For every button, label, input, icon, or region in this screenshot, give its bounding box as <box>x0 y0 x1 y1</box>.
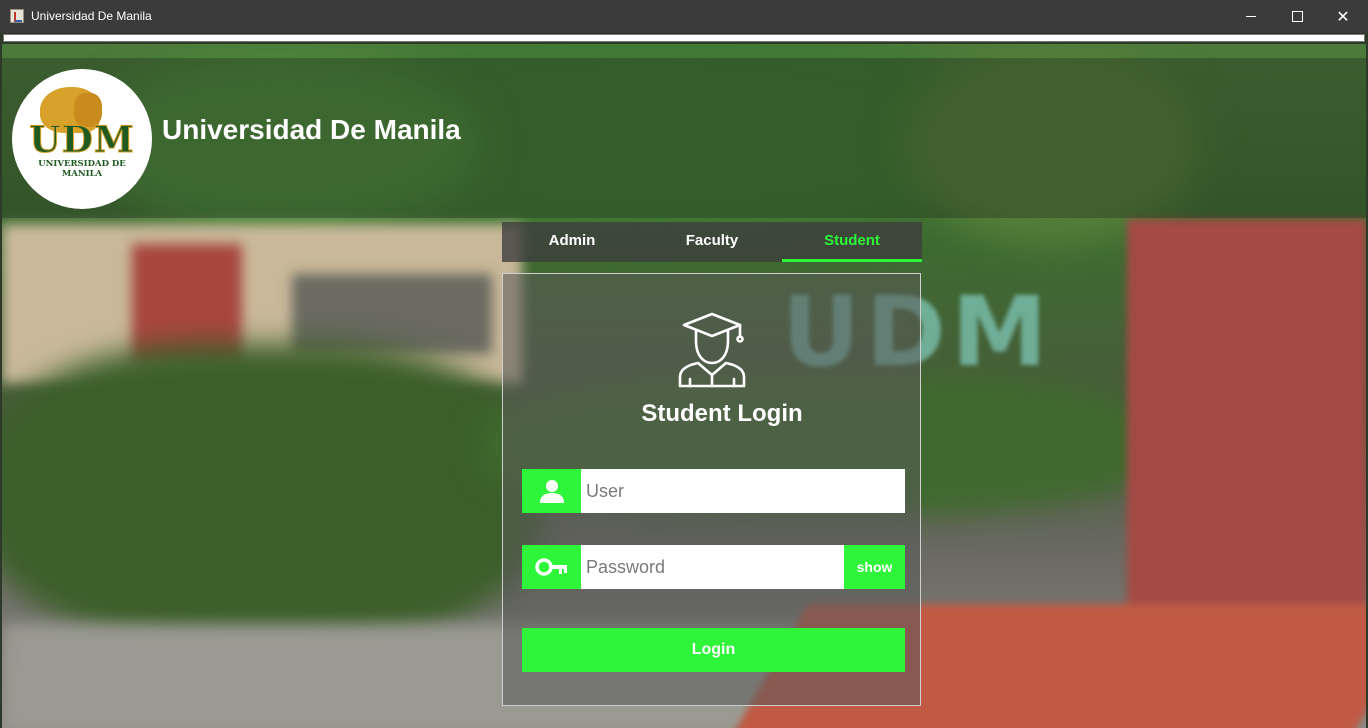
logo-ribbon: UNIVERSIDAD DE MANILA <box>38 159 126 179</box>
tab-faculty[interactable]: Faculty <box>642 222 782 262</box>
minimize-button[interactable] <box>1228 0 1274 33</box>
maximize-icon <box>1291 11 1303 22</box>
password-input[interactable] <box>582 545 843 589</box>
background-building <box>292 274 492 354</box>
student-graduate-icon <box>678 312 746 388</box>
window-title: Universidad De Manila <box>31 9 152 23</box>
user-field <box>522 469 905 513</box>
role-tabs: Admin Faculty Student <box>502 222 922 262</box>
tab-student[interactable]: Student <box>782 222 922 262</box>
window-titlebar: Universidad De Manila ✕ <box>0 0 1368 33</box>
udm-logo: UDM UNIVERSIDAD DE MANILA <box>12 69 152 209</box>
key-icon <box>522 545 581 589</box>
show-password-button[interactable]: show <box>844 545 905 589</box>
java-app-icon <box>10 9 24 23</box>
user-icon <box>522 469 581 513</box>
login-title: Student Login <box>641 400 803 427</box>
close-icon: ✕ <box>1336 7 1350 26</box>
login-button[interactable]: Login <box>522 628 905 672</box>
password-field: show <box>522 545 905 589</box>
close-button[interactable]: ✕ <box>1320 0 1366 33</box>
maximize-button[interactable] <box>1274 0 1320 33</box>
top-strip <box>3 34 1365 42</box>
app-name: Universidad De Manila <box>162 114 461 145</box>
user-input[interactable] <box>582 469 905 513</box>
minimize-icon <box>1246 16 1256 17</box>
logo-letters: UDM <box>29 119 135 162</box>
background-bush <box>2 344 542 644</box>
tab-admin[interactable]: Admin <box>502 222 642 262</box>
